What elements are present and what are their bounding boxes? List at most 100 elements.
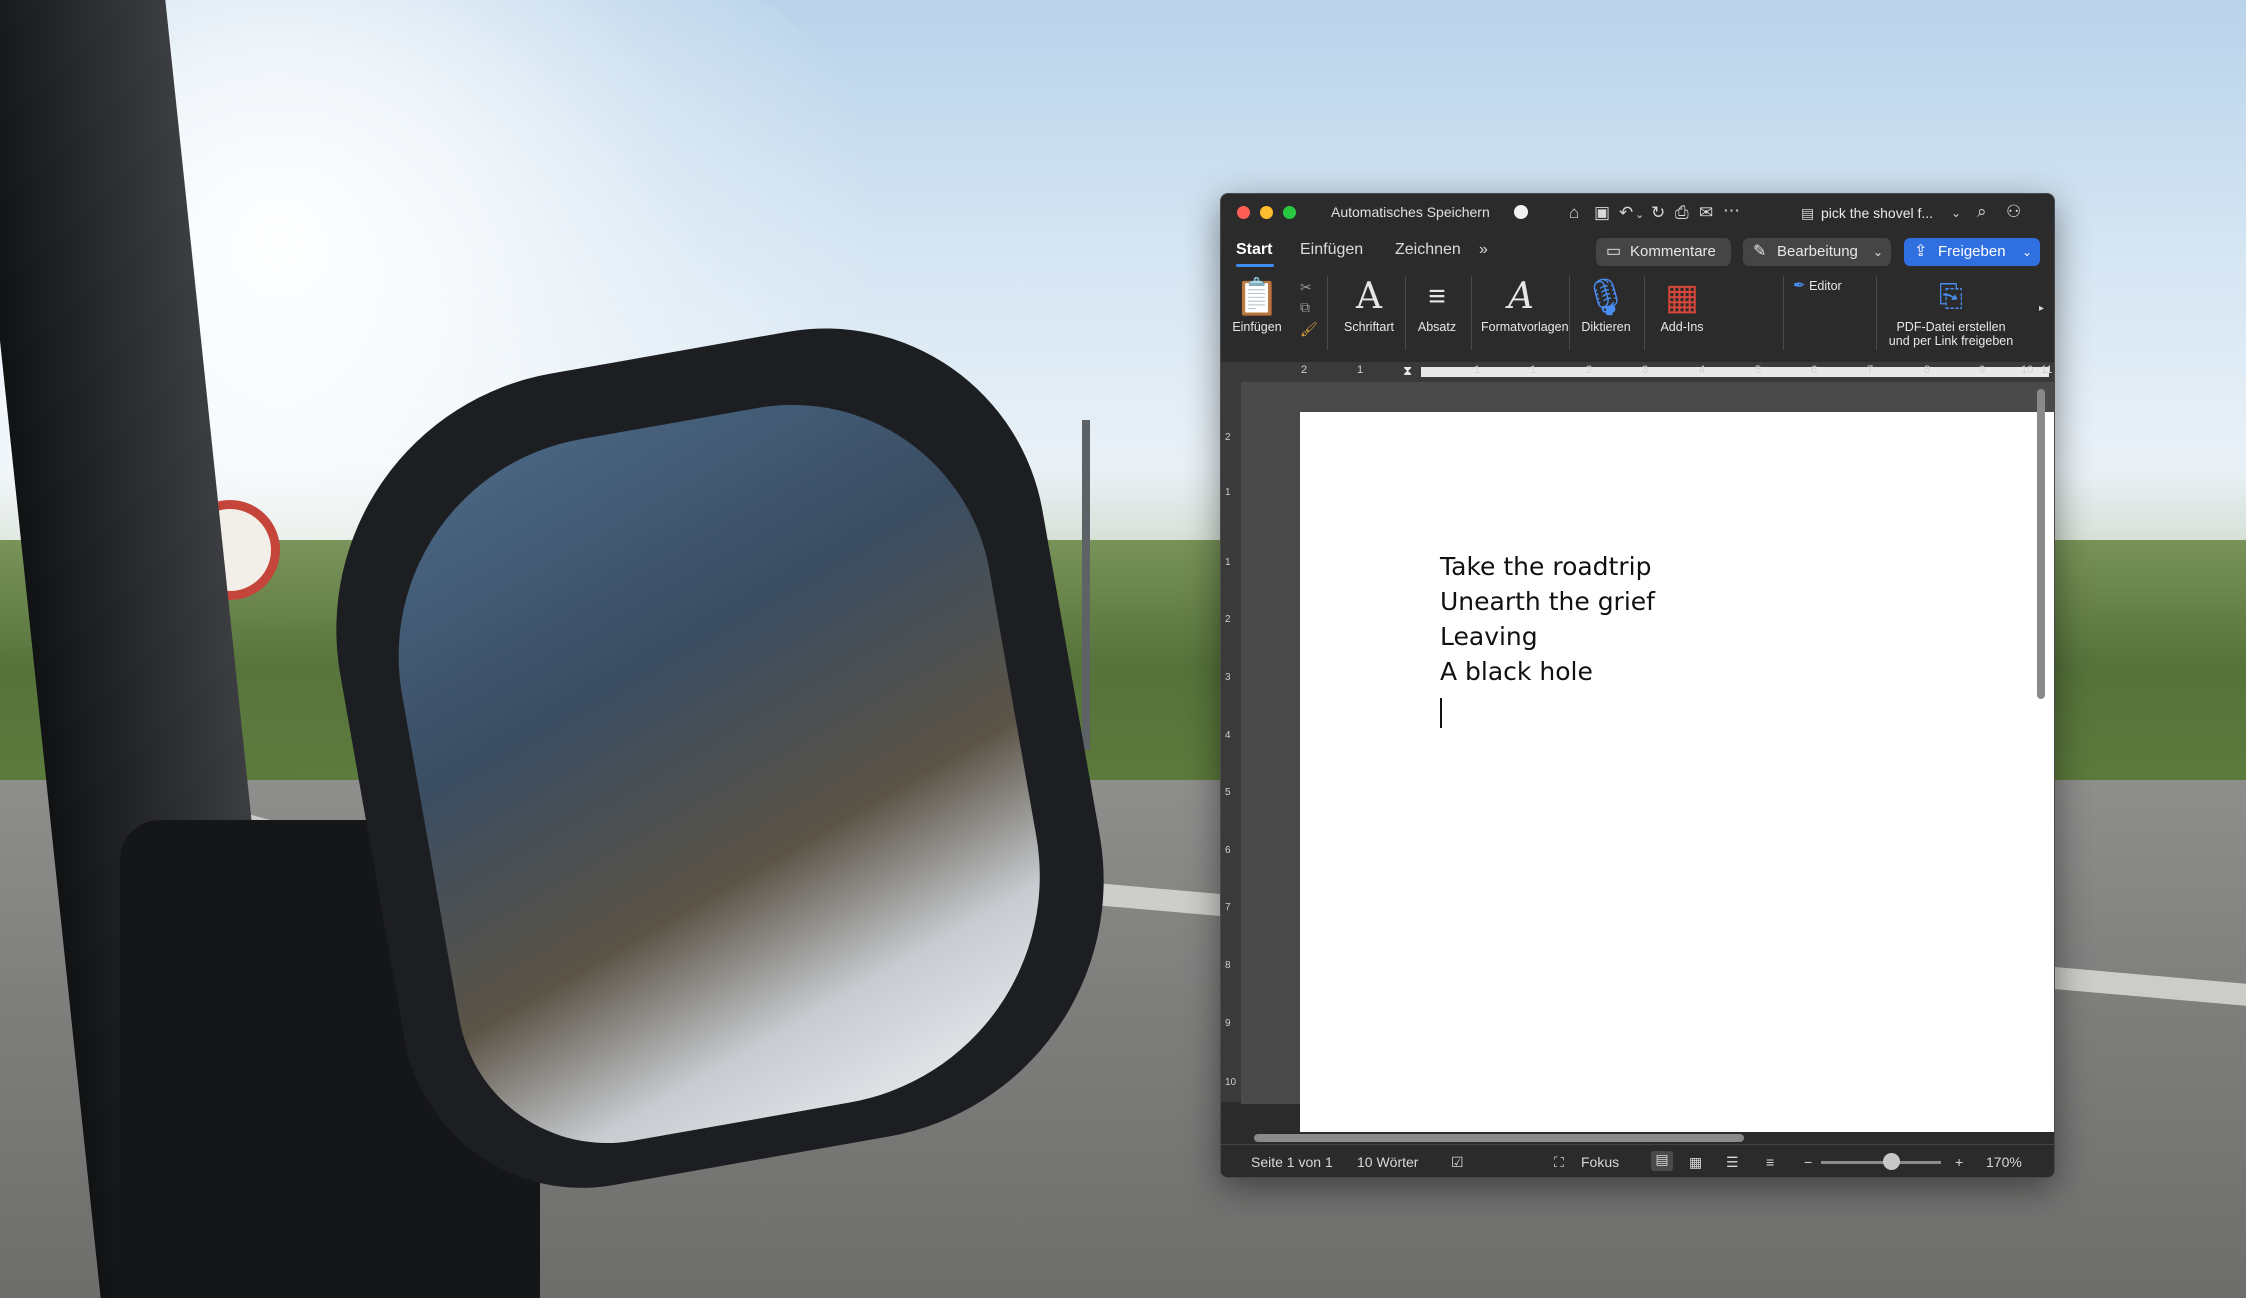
document-line[interactable]: A black hole (1440, 657, 1593, 686)
addins-label: Add-Ins (1660, 320, 1704, 334)
vruler-label: 1 (1225, 557, 1231, 568)
vruler-label: 2 (1225, 614, 1231, 625)
document-line[interactable]: Unearth the grief (1440, 587, 1655, 616)
ribbon-divider (1644, 276, 1645, 350)
styles-label: Formatvorlagen (1481, 320, 1569, 334)
text-cursor (1440, 698, 1442, 728)
active-tab-indicator (1236, 264, 1274, 267)
styles-icon: A (1508, 276, 1534, 317)
redo-icon[interactable]: ↻ (1651, 204, 1665, 222)
more-tabs-button[interactable]: » (1479, 241, 1488, 259)
ruler-label: 1 (1530, 364, 1537, 376)
document-page[interactable]: Take the roadtrip Unearth the grief Leav… (1300, 412, 2054, 1132)
vertical-scrollbar[interactable] (2037, 389, 2045, 699)
power-pole (1082, 420, 1090, 750)
horizontal-scrollbar[interactable] (1254, 1134, 1744, 1142)
save-icon[interactable]: ▣ (1594, 204, 1610, 222)
document-line[interactable]: Leaving (1440, 622, 1538, 651)
comments-label: Kommentare (1630, 243, 1716, 260)
web-layout-icon[interactable]: ▦ (1689, 1154, 1702, 1171)
document-title[interactable]: pick the shovel f... (1821, 205, 1933, 221)
font-button[interactable]: A Schriftart (1339, 276, 1399, 334)
proofing-icon[interactable]: ☑ (1451, 1154, 1464, 1171)
align-icon: ≡ (1428, 280, 1446, 313)
editor-button[interactable]: ✒ Editor (1793, 276, 1859, 294)
page-count[interactable]: Seite 1 von 1 (1251, 1154, 1333, 1170)
zoom-in-button[interactable]: + (1955, 1154, 1963, 1170)
pdf-label-line2: und per Link freigeben (1888, 334, 2014, 348)
home-icon[interactable]: ⌂ (1569, 204, 1579, 222)
comments-button[interactable]: ▭ Kommentare (1596, 238, 1731, 266)
editor-label: Editor (1809, 279, 1842, 293)
zoom-level[interactable]: 170% (1986, 1154, 2022, 1170)
vruler-label: 3 (1225, 672, 1231, 683)
vruler-label: 7 (1225, 902, 1231, 913)
ribbon-divider (1876, 276, 1877, 350)
ribbon-scroll-arrow-icon[interactable]: ▸ (2039, 300, 2044, 318)
editing-button[interactable]: ✎ Bearbeitung ⌄ (1743, 238, 1891, 266)
document-canvas: Take the roadtrip Unearth the grief Leav… (1241, 382, 2054, 1132)
word-count[interactable]: 10 Wörter (1357, 1154, 1418, 1170)
chevron-down-icon[interactable]: ⌄ (1951, 204, 1961, 222)
chevron-down-icon[interactable]: ⌄ (1635, 206, 1644, 224)
create-pdf-button[interactable]: ⎘ PDF-Datei erstellen und per Link freig… (1881, 276, 2021, 348)
ribbon: 📋 Einfügen ✂ ⧉ 🖌 A Schriftart ≡ Absatz A… (1221, 270, 2054, 362)
vruler-label: 8 (1225, 960, 1231, 971)
indent-marker-icon[interactable]: ⧗ (1403, 362, 1412, 380)
vruler-label: 9 (1225, 1018, 1231, 1029)
dictate-label: Diktieren (1581, 320, 1631, 334)
print-icon[interactable]: ⎙ (1675, 204, 1689, 222)
account-icon[interactable]: ⚇ (2006, 203, 2021, 221)
print-layout-icon[interactable]: ▤ (1651, 1151, 1673, 1171)
tab-start[interactable]: Start (1236, 241, 1272, 259)
font-label: Schriftart (1343, 320, 1394, 334)
ribbon-divider (1471, 276, 1472, 350)
share-button[interactable]: ⇪ Freigeben ⌄ (1904, 238, 2040, 266)
pdf-label-line1: PDF-Datei erstellen (1896, 320, 2006, 334)
horizontal-ruler[interactable]: 2 1 ⧗ 1 1 2 3 4 5 6 7 8 9 10 11 (1221, 362, 2054, 383)
ruler-label: 6 (1811, 364, 1818, 376)
ruler-label: 7 (1867, 364, 1874, 376)
share-icon: ⇪ (1914, 243, 1928, 260)
draft-icon[interactable]: ≡ (1766, 1154, 1774, 1170)
search-icon[interactable]: ⌕ (1977, 203, 1987, 221)
undo-icon[interactable]: ↶ (1619, 204, 1633, 222)
word-window: Automatisches Speichern ⌂ ▣ ↶ ⌄ ↻ ⎙ ✉ ⋯ … (1220, 193, 2055, 1178)
close-button[interactable] (1237, 206, 1250, 219)
dictate-button[interactable]: 🎙 Diktieren (1576, 276, 1636, 334)
editing-label: Bearbeitung (1777, 243, 1858, 260)
ruler-label: 3 (1642, 364, 1649, 376)
addins-button[interactable]: ▦ Add-Ins (1653, 276, 1711, 334)
outline-icon[interactable]: ☰ (1726, 1154, 1739, 1171)
zoom-button[interactable] (1283, 206, 1296, 219)
mail-icon[interactable]: ✉ (1699, 204, 1713, 222)
paste-button[interactable]: 📋 Einfügen (1231, 276, 1283, 334)
more-icon[interactable]: ⋯ (1723, 202, 1740, 220)
copy-icon[interactable]: ⧉ (1300, 298, 1310, 316)
focus-icon[interactable]: ⛶ (1554, 1154, 1564, 1171)
vertical-ruler[interactable]: 2 1 1 2 3 4 5 6 7 8 9 10 (1221, 382, 1241, 1102)
zoom-out-button[interactable]: − (1804, 1154, 1812, 1170)
zoom-slider-knob[interactable] (1883, 1153, 1900, 1170)
vruler-label: 6 (1225, 845, 1231, 856)
ruler-label: 11 (2041, 364, 2053, 376)
cut-icon[interactable]: ✂ (1300, 278, 1312, 296)
autosave-toggle[interactable] (1514, 205, 1528, 219)
zoom-slider[interactable] (1821, 1161, 1941, 1164)
document-line[interactable]: Take the roadtrip (1440, 552, 1651, 581)
tab-einfuegen[interactable]: Einfügen (1300, 241, 1363, 259)
minimize-button[interactable] (1260, 206, 1273, 219)
format-painter-icon[interactable]: 🖌 (1300, 320, 1318, 338)
paragraph-button[interactable]: ≡ Absatz (1409, 276, 1465, 334)
styles-button[interactable]: A Formatvorlagen (1481, 276, 1569, 334)
tab-zeichnen[interactable]: Zeichnen (1395, 241, 1461, 259)
ruler-label: 2 (1301, 364, 1308, 376)
microphone-icon: 🎙 (1583, 276, 1629, 317)
clipboard-icon: 📋 (1234, 276, 1280, 317)
ribbon-divider (1405, 276, 1406, 350)
focus-button[interactable]: Fokus (1581, 1154, 1619, 1170)
pencil-icon: ✎ (1753, 243, 1767, 260)
chevron-down-icon: ⌄ (2021, 245, 2032, 259)
ribbon-divider (1783, 276, 1784, 350)
ruler-label: 4 (1699, 364, 1706, 376)
